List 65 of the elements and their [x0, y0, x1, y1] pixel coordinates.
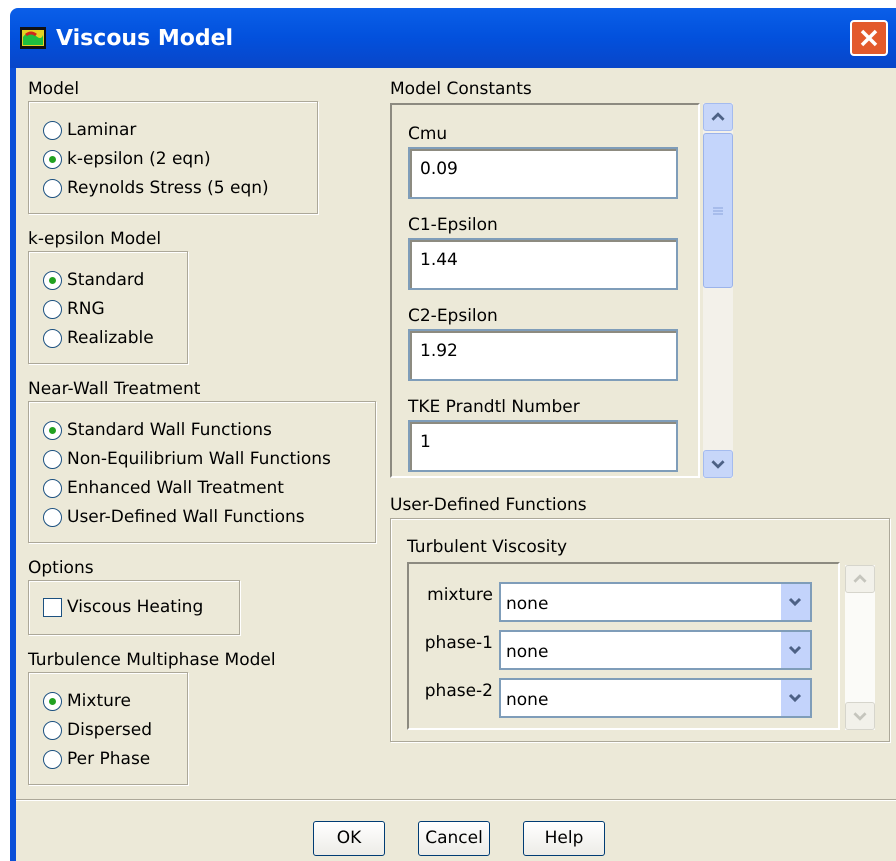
checkbox[interactable] [43, 598, 62, 617]
scroll-thumb[interactable] [703, 133, 733, 288]
input-field[interactable]: 1.92 [408, 329, 678, 381]
option-label: RNG [67, 298, 105, 321]
dialog-button[interactable]: Help [523, 821, 605, 856]
caret-icon [781, 632, 810, 668]
input-field[interactable]: 0.09 [408, 147, 678, 199]
field-label: Cmu [408, 123, 448, 145]
radio-button[interactable] [43, 721, 62, 740]
radio-button[interactable] [43, 271, 62, 290]
radio-button[interactable] [43, 121, 62, 140]
input-field[interactable]: 1 [408, 420, 678, 472]
option-label: Viscous Heating [67, 596, 204, 619]
group-title: Turbulent Viscosity [407, 536, 568, 558]
dialog-button[interactable]: Cancel [418, 821, 490, 856]
caret-icon [781, 680, 810, 716]
scroll-down-icon[interactable] [703, 450, 733, 478]
row-label: phase-1 [424, 632, 494, 655]
dropdown[interactable]: none [499, 678, 812, 718]
input-field[interactable]: 1.44 [408, 238, 678, 290]
group-title: k-epsilon Model [28, 228, 162, 250]
radio-button[interactable] [43, 450, 62, 469]
option-label: Reynolds Stress (5 eqn) [67, 176, 269, 200]
option-label: Enhanced Wall Treatment [67, 476, 284, 500]
close-icon [859, 28, 879, 48]
grip-icon [713, 206, 723, 214]
scroll-up-icon[interactable] [703, 103, 733, 131]
group-title: Model [28, 78, 80, 100]
caret-icon [781, 584, 810, 620]
field-label: C1-Epsilon [408, 214, 499, 236]
group-title: User-Defined Functions [390, 494, 588, 516]
radio-button[interactable] [43, 421, 62, 440]
radio-button[interactable] [43, 150, 62, 169]
radio-button[interactable] [43, 479, 62, 498]
app-icon [20, 27, 46, 49]
dropdown[interactable]: none [499, 582, 812, 622]
radio-button[interactable] [43, 692, 62, 711]
field-label: TKE Prandtl Number [408, 396, 581, 418]
option-label: Non-Equilibrium Wall Functions [67, 448, 331, 471]
option-label: Per Phase [67, 748, 150, 771]
close-button[interactable] [850, 20, 888, 56]
window-title: Viscous Model [56, 24, 234, 52]
option-label: Dispersed [67, 718, 152, 742]
radio-button[interactable] [43, 750, 62, 769]
dialog-button[interactable]: OK [313, 821, 385, 856]
dropdown[interactable]: none [499, 630, 812, 670]
radio-button[interactable] [43, 300, 62, 319]
field-label: C2-Epsilon [408, 305, 499, 327]
option-label: Realizable [67, 326, 154, 350]
option-label: Standard Wall Functions [67, 418, 272, 442]
group-title: Options [28, 557, 95, 579]
radio-button[interactable] [43, 329, 62, 348]
option-label: User-Defined Wall Functions [67, 506, 305, 529]
radio-button[interactable] [43, 179, 62, 198]
row-label: phase-2 [424, 680, 494, 703]
group-title: Model Constants [390, 78, 533, 100]
option-label: k-epsilon (2 eqn) [67, 148, 211, 171]
group-title: Turbulence Multiphase Model [28, 649, 277, 671]
radio-button[interactable] [43, 508, 62, 527]
group-title: Near-Wall Treatment [28, 378, 202, 400]
row-label: mixture [426, 584, 494, 607]
option-label: Laminar [67, 118, 136, 142]
scrollbar[interactable] [703, 103, 733, 478]
option-label: Standard [67, 268, 144, 292]
option-label: Mixture [67, 690, 131, 713]
